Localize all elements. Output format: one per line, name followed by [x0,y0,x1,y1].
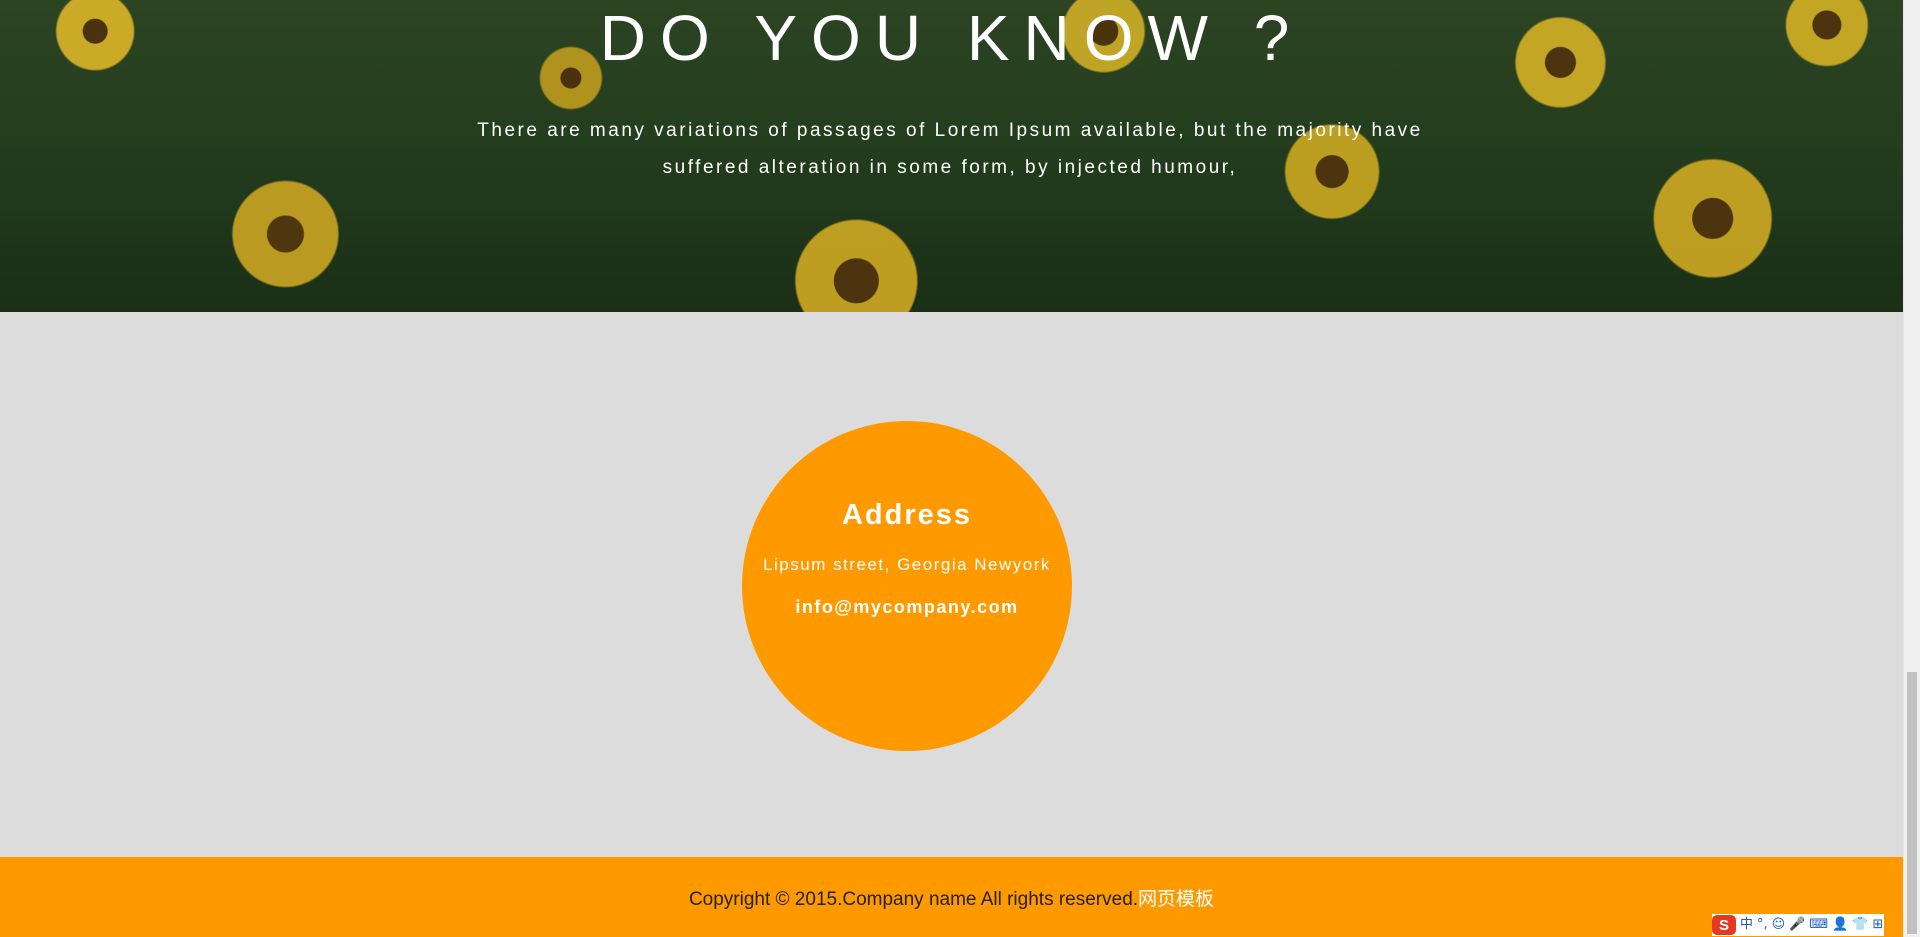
footer-copyright: Copyright © 2015.Company name All rights… [688,889,1139,910]
ime-emoji-icon[interactable]: ☺ [1772,915,1786,935]
footer: Copyright © 2015.Company name All rights… [0,857,1903,937]
ime-skin-icon[interactable]: 👕 [1852,915,1868,935]
page: DO YOU KNOW ? There are many variations … [0,0,1920,937]
ime-chinese-mode[interactable]: 中 [1740,915,1753,935]
ime-logo-icon[interactable]: S [1712,915,1736,935]
ime-punctuation-icon[interactable]: °, [1757,915,1768,935]
footer-template-link[interactable]: 网页模板 [1138,889,1214,910]
address-title: Address [841,499,973,531]
content: DO YOU KNOW ? There are many variations … [0,0,1903,937]
ime-user-icon[interactable]: 👤 [1832,915,1848,935]
address-line: Lipsum street, Georgia Newyork [763,555,1051,574]
address-email[interactable]: info@mycompany.com [742,597,1072,618]
vertical-scrollbar[interactable] [1903,0,1920,937]
hero-title: DO YOU KNOW ? [599,2,1304,74]
address-card: Address Lipsum street, Georgia Newyork i… [742,421,1072,751]
hero-banner: DO YOU KNOW ? There are many variations … [0,0,1903,312]
ime-toolbar[interactable]: S 中 °, ☺ 🎤 ⌨ 👤 👕 ⊞ [1712,914,1884,936]
scrollbar-thumb[interactable] [1907,672,1917,934]
ime-keyboard-icon[interactable]: ⌨ [1809,915,1828,935]
footer-text: Copyright © 2015.Company name All rights… [0,884,1903,911]
hero-text: There are many variations of passages of… [477,120,1423,178]
ime-toolbox-icon[interactable]: ⊞ [1873,915,1884,935]
ime-microphone-icon[interactable]: 🎤 [1789,915,1805,935]
